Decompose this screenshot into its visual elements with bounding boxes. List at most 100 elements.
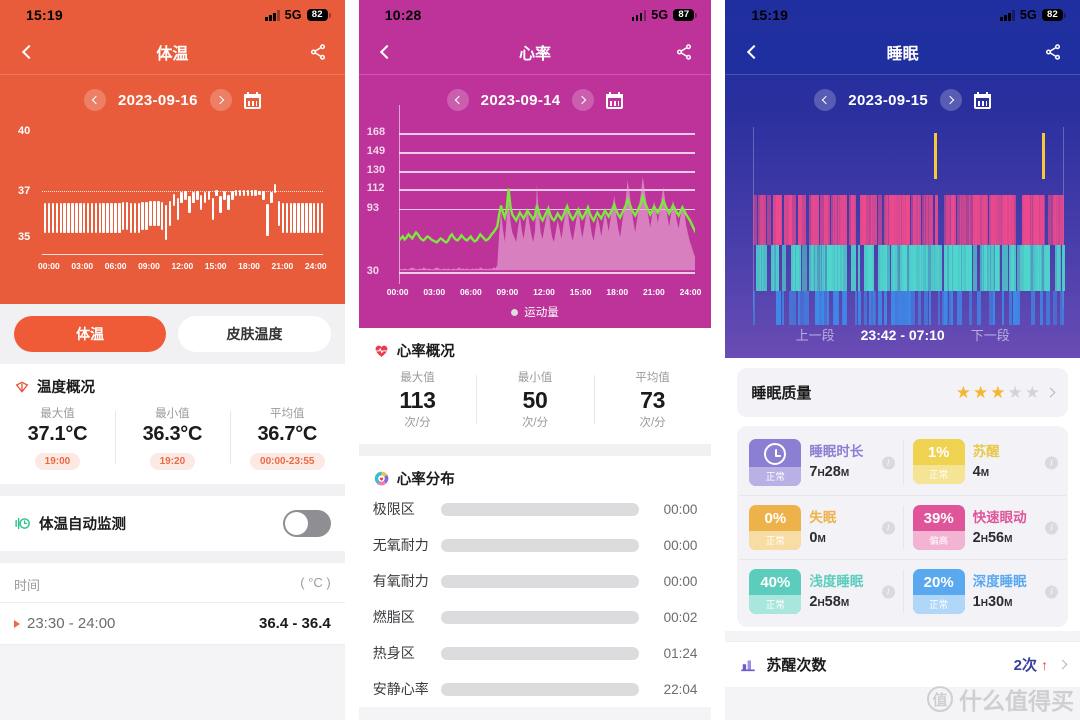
- temperature-bars: [42, 123, 324, 273]
- chevron-right-icon: [1045, 387, 1056, 398]
- star-icon[interactable]: ★: [990, 384, 1005, 401]
- arrow-up-icon: ↑: [1040, 656, 1048, 673]
- sleep-metric-cell[interactable]: 40% 正常 浅度睡眠 2H58M i: [739, 560, 902, 623]
- temperature-bar: [55, 202, 59, 234]
- heartrate-chart[interactable]: 168 149 130 112 93 30 00:00 03:00 06:00 09:00 12:…: [358, 105, 712, 328]
- calendar-icon[interactable]: [243, 91, 261, 109]
- star-icon[interactable]: ★: [956, 384, 971, 401]
- star-icon[interactable]: ★: [973, 384, 988, 401]
- sleep-time-range: 23:42 - 07:10: [860, 326, 945, 343]
- sleep-stage-bar: [1012, 195, 1017, 245]
- prev-date-button[interactable]: [446, 89, 469, 111]
- next-date-button[interactable]: [940, 89, 963, 111]
- current-date: 2023-09-14: [480, 91, 561, 109]
- stat-unit: 次/分: [639, 417, 666, 429]
- auto-monitor-row[interactable]: 体温自动监测: [0, 496, 345, 551]
- temperature-bar: [320, 202, 324, 234]
- temperature-bar: [79, 202, 82, 234]
- toggle-knob: [284, 512, 308, 535]
- expand-triangle-icon[interactable]: [14, 619, 20, 628]
- temperature-summary-card: 温度概况 最大值 37.1°C 19:00 最小值 36.3°C 19:20 平均值 36.7…: [0, 364, 345, 484]
- temperature-screen: 15:19 5G 82 体温 2023-09-16 40 37 35 00:00…: [0, 0, 345, 720]
- info-icon[interactable]: i: [1044, 521, 1058, 534]
- temperature-bar: [145, 201, 148, 230]
- sleep-stage-bar: [850, 245, 857, 291]
- temperature-bar: [199, 194, 203, 210]
- watermark: 值 什么值得买: [926, 682, 1074, 716]
- back-button[interactable]: [739, 39, 765, 65]
- prev-date-button[interactable]: [814, 89, 837, 111]
- tab-body-temperature[interactable]: 体温: [14, 316, 167, 352]
- temperature-bar: [176, 198, 179, 220]
- calendar-icon[interactable]: [974, 91, 992, 109]
- sleep-metric-cell[interactable]: 20% 正常 深度睡眠 1H30M i: [902, 560, 1066, 623]
- info-icon[interactable]: i: [1044, 585, 1058, 598]
- next-segment-button[interactable]: 下一段: [971, 325, 1010, 344]
- sleep-stage-bar: [870, 195, 877, 245]
- x-tick: 09:00: [138, 261, 160, 271]
- next-date-button[interactable]: [572, 89, 595, 111]
- panel-gap-2: [711, 0, 726, 720]
- back-button[interactable]: [373, 39, 399, 65]
- prev-date-button[interactable]: [83, 89, 106, 111]
- calendar-icon[interactable]: [606, 91, 624, 109]
- sleep-metric-cell[interactable]: 39% 偏高 快速眼动 2H56M i: [902, 496, 1066, 559]
- temperature-bar: [262, 191, 265, 200]
- star-icon[interactable]: ★: [1007, 384, 1022, 401]
- share-button[interactable]: [305, 39, 331, 65]
- prev-segment-button[interactable]: 上一段: [796, 325, 835, 344]
- metric-text: 深度睡眠 1H30M: [973, 569, 1027, 610]
- awake-count-row[interactable]: 苏醒次数 2次 ↑: [725, 641, 1080, 687]
- share-icon: [677, 44, 692, 60]
- sleep-stage-bar: [753, 291, 756, 325]
- stat-item: 平均值 73 次/分: [593, 369, 712, 430]
- temperature-bar: [71, 202, 74, 234]
- info-icon[interactable]: i: [881, 521, 895, 534]
- back-button[interactable]: [14, 39, 40, 65]
- temperature-chart[interactable]: 40 37 35 00:00 03:00 06:00 09:00 12:00 15:00 1…: [0, 119, 345, 304]
- sleep-stage-bar: [844, 291, 847, 325]
- sleep-quality-rating[interactable]: ★ ★ ★ ★ ★: [956, 384, 1056, 401]
- metric-badge: 20% 正常: [912, 569, 965, 614]
- info-icon[interactable]: i: [881, 585, 895, 598]
- heartrate-stats: 最大值 113 次/分 最小值 50 次/分 平均值 73 次/分: [359, 363, 712, 444]
- sleep-details-card: 睡眠质量 ★ ★ ★ ★ ★ 正常 睡眠时长 7H28M i 1% 正常 苏醒 4M i 0% 正常 失眠 0M…: [725, 358, 1080, 631]
- metric-duration: 1H30M: [972, 594, 1013, 610]
- x-tick: 03:00: [423, 287, 446, 297]
- chevron-right-icon: [1057, 659, 1068, 670]
- share-button[interactable]: [1040, 39, 1066, 65]
- star-icon[interactable]: ★: [1025, 384, 1040, 401]
- sleep-header: 15:19 5G 82 睡眠 2023-09-15 上一段 23:42 - 07…: [725, 0, 1080, 358]
- stat-label: 最小值: [155, 408, 190, 420]
- info-icon[interactable]: i: [1044, 456, 1058, 469]
- metric-duration: 0M: [809, 530, 826, 546]
- x-axis-labels: 00:00 03:00 06:00 09:00 12:00 15:00 18:00 21:00…: [38, 261, 327, 271]
- sleep-stage-bar: [910, 291, 916, 325]
- metric-badge: 1% 正常: [912, 439, 965, 484]
- x-tick: 06:00: [104, 261, 127, 271]
- auto-monitor-toggle[interactable]: [282, 510, 331, 537]
- sleep-metric-cell[interactable]: 1% 正常 苏醒 4M i: [902, 430, 1066, 495]
- star-rating[interactable]: ★ ★ ★ ★ ★: [956, 384, 1040, 401]
- metric-name: 失眠: [809, 510, 837, 525]
- network-label: 5G: [284, 8, 302, 22]
- next-date-button[interactable]: [209, 89, 232, 111]
- battery-cap: [695, 12, 698, 18]
- temperature-bar: [121, 201, 125, 230]
- sleep-quality-row[interactable]: 睡眠质量 ★ ★ ★ ★ ★: [737, 368, 1068, 417]
- temperature-bar: [305, 202, 308, 234]
- thermometer-icon: [15, 381, 29, 393]
- share-button[interactable]: [671, 39, 697, 65]
- stat-item: 最大值 37.1°C 19:00: [0, 405, 115, 470]
- table-row[interactable]: 23:30 - 24:00 36.4 - 36.4: [0, 603, 345, 645]
- sleep-stage-bar: [886, 245, 890, 291]
- info-icon[interactable]: i: [881, 456, 895, 469]
- chevron-left-icon: [91, 95, 101, 105]
- tab-skin-temperature[interactable]: 皮肤温度: [178, 316, 331, 352]
- sleep-stage-chart[interactable]: [741, 119, 1065, 325]
- sleep-metric-cell[interactable]: 正常 睡眠时长 7H28M i: [739, 430, 902, 495]
- sleep-stage-bar: [902, 291, 906, 325]
- sleep-metric-cell[interactable]: 0% 正常 失眠 0M i: [739, 496, 902, 559]
- signal-bars-icon: [631, 9, 647, 21]
- sleep-stage-bar: [935, 195, 938, 245]
